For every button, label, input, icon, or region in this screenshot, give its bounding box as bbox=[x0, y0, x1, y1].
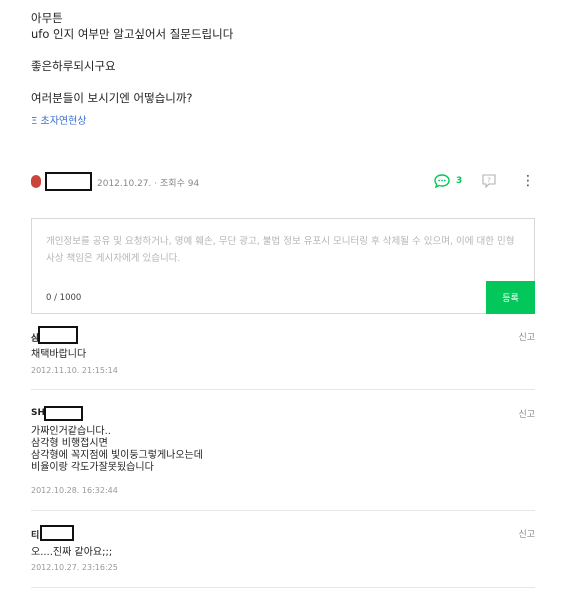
avatar[interactable] bbox=[31, 175, 41, 188]
comment-item: 삼 신고 채택바랍니다 2012.11.10. 21:15:14 bbox=[31, 326, 535, 382]
redacted-author-name bbox=[45, 172, 92, 191]
comment-count-button[interactable]: 3 bbox=[434, 174, 462, 188]
post-line: 좋은하루되시구요 bbox=[31, 59, 116, 73]
speech-bubble-icon bbox=[434, 174, 450, 188]
post-line bbox=[31, 42, 541, 58]
divider bbox=[31, 510, 535, 511]
submit-comment-button[interactable]: 등록 bbox=[486, 281, 535, 314]
comment-body: 채택바랍니다 bbox=[31, 349, 87, 360]
comment-author[interactable]: SH bbox=[31, 408, 45, 418]
divider bbox=[31, 587, 535, 588]
character-counter: 0 / 1000 bbox=[46, 293, 82, 303]
comment-count: 3 bbox=[456, 176, 463, 186]
redacted-author-name bbox=[44, 406, 83, 421]
more-vertical-icon[interactable]: ⋮ bbox=[521, 173, 535, 189]
view-count: 조회수 94 bbox=[160, 179, 200, 189]
redacted-author-name bbox=[40, 525, 74, 541]
post-meta: 2012.10.27. · 조회수 94 3 ? ⋮ bbox=[31, 172, 541, 192]
comment-item: 티 신고 오....진짜 같아요;;; 2012.10.27. 23:16:25 bbox=[31, 524, 535, 576]
post-line bbox=[31, 74, 541, 90]
comment-input[interactable]: 개인정보를 공유 및 요청하거나, 명예 훼손, 무단 광고, 불법 정보 유포… bbox=[46, 233, 516, 267]
comment-date: 2012.10.28. 16:32:44 bbox=[31, 486, 118, 495]
comment-body: 오....진짜 같아요;;; bbox=[31, 547, 113, 558]
post-content: 아무튼 ufo 인지 여부만 알고싶어서 질문드립니다 좋은하루되시구요 여러분… bbox=[31, 10, 541, 127]
post-date: 2012.10.27. bbox=[97, 179, 152, 189]
divider bbox=[31, 389, 535, 390]
comment-date: 2012.11.10. 21:15:14 bbox=[31, 366, 118, 375]
post-line: 아무튼 bbox=[31, 11, 63, 25]
post-line: 여러분들이 보시기엔 어떻습니까? bbox=[31, 91, 193, 105]
comment-editor[interactable]: 개인정보를 공유 및 요청하거나, 명예 훼손, 무단 광고, 불법 정보 유포… bbox=[31, 218, 535, 314]
post-line: ufo 인지 여부만 알고싶어서 질문드립니다 bbox=[31, 27, 234, 41]
category-tag-link[interactable]: Ξ 초자연현상 bbox=[31, 112, 541, 127]
report-link[interactable]: 신고 bbox=[518, 330, 535, 343]
svg-text:?: ? bbox=[487, 177, 491, 185]
post-date-views: 2012.10.27. · 조회수 94 bbox=[97, 176, 199, 189]
report-link[interactable]: 신고 bbox=[518, 527, 535, 540]
report-link[interactable]: 신고 bbox=[518, 407, 535, 420]
redacted-author-name bbox=[38, 326, 78, 344]
comment-date: 2012.10.27. 23:16:25 bbox=[31, 563, 118, 572]
report-icon[interactable]: ? bbox=[481, 173, 497, 192]
comment-body: 가짜인거같습니다.. 삼각형 비행접시면 삼각형에 꼭지점에 빛이둥그렇게나오는… bbox=[31, 426, 203, 473]
comment-author[interactable]: 티 bbox=[31, 528, 39, 541]
comment-item: SH 신고 가짜인거같습니다.. 삼각형 비행접시면 삼각형에 꼭지점에 빛이둥… bbox=[31, 404, 535, 499]
